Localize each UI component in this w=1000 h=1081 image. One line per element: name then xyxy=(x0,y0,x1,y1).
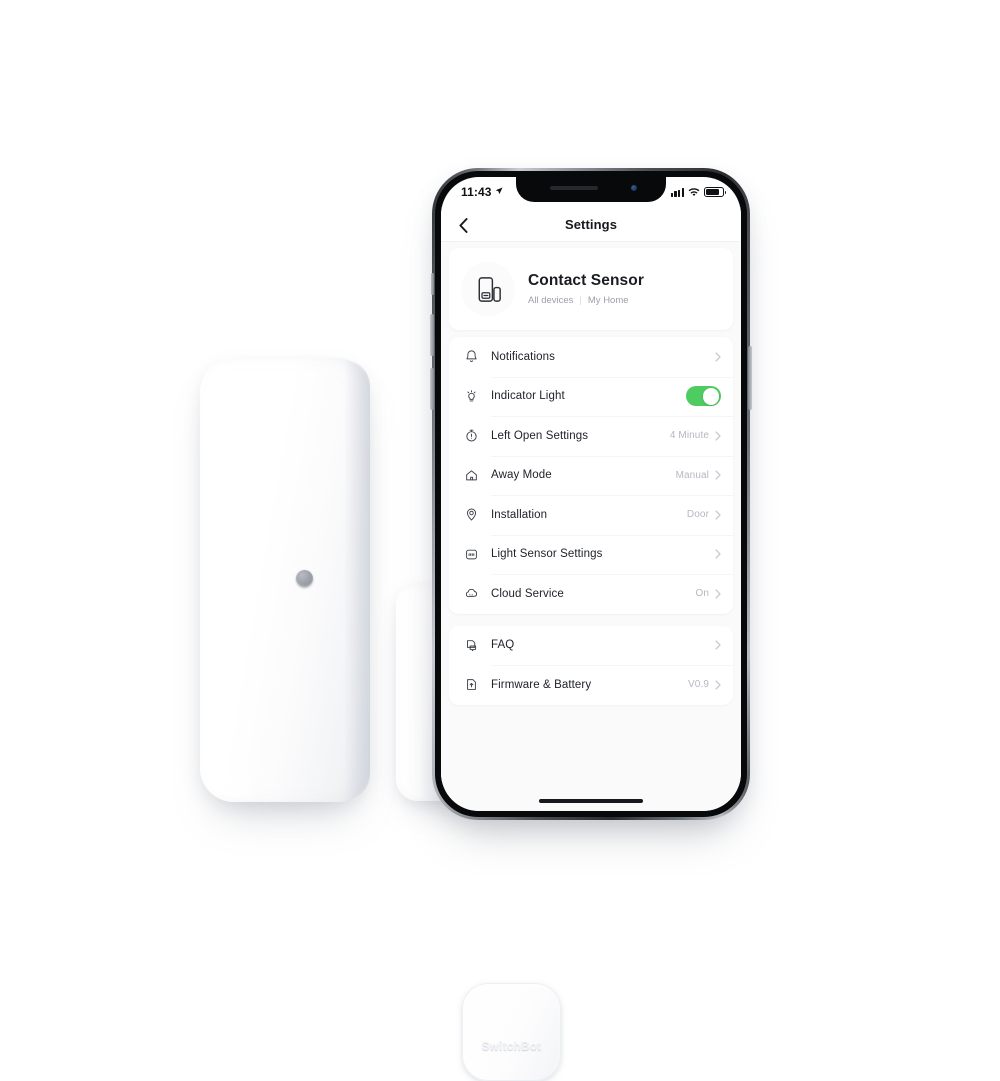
row-label: Light Sensor Settings xyxy=(491,548,603,561)
row-label: Firmware & Battery xyxy=(491,678,592,691)
cellular-signal-icon xyxy=(670,187,684,197)
switchbot-logo: SwitchBot xyxy=(481,1041,542,1053)
settings-row-faq[interactable]: FAQ xyxy=(449,626,733,666)
settings-row-light-sensor-settings[interactable]: Light Sensor Settings xyxy=(449,534,733,575)
volume-up-button xyxy=(430,314,434,356)
faq-icon xyxy=(462,636,481,655)
settings-scroll-content[interactable]: Contact Sensor All devices | My Home Not… xyxy=(441,241,741,811)
settings-row-cloud-service[interactable]: Cloud Service On xyxy=(449,574,733,614)
lightbulb-icon xyxy=(462,387,481,406)
iphone-device: 11:43 Settings Contact Sensor All device… xyxy=(430,168,752,820)
contact-sensor-press-button: SwitchBot xyxy=(462,983,561,1081)
navigation-bar: Settings xyxy=(441,207,741,242)
subtitle-divider: | xyxy=(579,295,582,306)
power-button xyxy=(748,346,752,410)
silent-switch xyxy=(431,273,434,295)
firmware-icon xyxy=(462,675,481,694)
chevron-right-icon xyxy=(715,549,721,559)
status-bar-left: 11:43 xyxy=(461,185,503,199)
phone-bezel: 11:43 Settings Contact Sensor All device… xyxy=(435,171,747,817)
notch xyxy=(516,177,666,202)
settings-row-installation[interactable]: Installation Door xyxy=(449,495,733,535)
chevron-right-icon xyxy=(715,431,721,441)
indicator-light-toggle[interactable] xyxy=(686,386,721,407)
chevron-right-icon xyxy=(715,510,721,520)
battery-icon xyxy=(704,187,727,197)
row-label: Left Open Settings xyxy=(491,429,589,442)
phone-screen: 11:43 Settings Contact Sensor All device… xyxy=(441,177,741,811)
row-value: V0.9 xyxy=(688,679,709,691)
row-value: Door xyxy=(686,509,709,521)
page-title: Settings xyxy=(564,216,618,232)
row-label: FAQ xyxy=(491,639,515,652)
settings-group-support: FAQ Firmware & Battery V0.9 xyxy=(449,625,733,705)
row-label: Notifications xyxy=(491,350,555,363)
volume-down-button xyxy=(430,368,434,410)
toggle-knob xyxy=(702,387,720,405)
chevron-left-icon xyxy=(458,217,468,233)
device-scope: All devices xyxy=(528,295,574,306)
device-header-card[interactable]: Contact Sensor All devices | My Home xyxy=(449,248,733,330)
device-home: My Home xyxy=(587,295,629,306)
settings-row-notifications[interactable]: Notifications xyxy=(449,337,733,377)
device-name: Contact Sensor xyxy=(528,272,644,289)
product-photo-scene: SwitchBot 11:43 Settings Contact Sensor … xyxy=(0,0,1000,1081)
chevron-right-icon xyxy=(715,352,721,362)
device-subtitle: All devices | My Home xyxy=(528,295,644,306)
settings-row-indicator-light[interactable]: Indicator Light xyxy=(449,376,733,417)
chevron-right-icon xyxy=(715,470,721,480)
house-icon xyxy=(462,466,481,485)
settings-row-away-mode[interactable]: Away Mode Manual xyxy=(449,455,733,496)
status-bar-right xyxy=(670,187,727,197)
device-header-text: Contact Sensor All devices | My Home xyxy=(528,272,644,306)
back-button[interactable] xyxy=(453,215,473,235)
chevron-right-icon xyxy=(715,640,721,650)
location-pin-icon xyxy=(462,505,481,524)
settings-row-firmware-battery[interactable]: Firmware & Battery V0.9 xyxy=(449,665,733,705)
chevron-right-icon xyxy=(715,680,721,690)
settings-group-main: Notifications Indicator Light Left Open … xyxy=(449,337,733,614)
cloud-icon xyxy=(462,584,481,603)
row-label: Installation xyxy=(491,508,548,521)
wifi-icon xyxy=(688,187,700,196)
chevron-right-icon xyxy=(715,589,721,599)
settings-row-left-open-settings[interactable]: Left Open Settings 4 Minute xyxy=(449,416,733,456)
contact-sensor-body: SwitchBot xyxy=(200,358,561,1081)
stopwatch-icon xyxy=(462,426,481,445)
row-label: Indicator Light xyxy=(491,390,565,403)
row-value: 4 Minute xyxy=(669,430,709,442)
earpiece-speaker xyxy=(550,186,598,190)
row-value: On xyxy=(695,588,709,600)
contact-sensor-icon xyxy=(461,262,515,316)
bell-icon xyxy=(462,347,481,366)
status-bar-time: 11:43 xyxy=(461,185,492,199)
contact-sensor-lens xyxy=(296,570,313,587)
row-label: Cloud Service xyxy=(491,587,564,600)
row-value: Manual xyxy=(675,469,709,481)
row-label: Away Mode xyxy=(491,469,552,482)
front-camera xyxy=(631,185,637,191)
light-sensor-icon xyxy=(462,545,481,564)
location-arrow-icon xyxy=(495,187,503,197)
home-indicator[interactable] xyxy=(539,799,643,803)
